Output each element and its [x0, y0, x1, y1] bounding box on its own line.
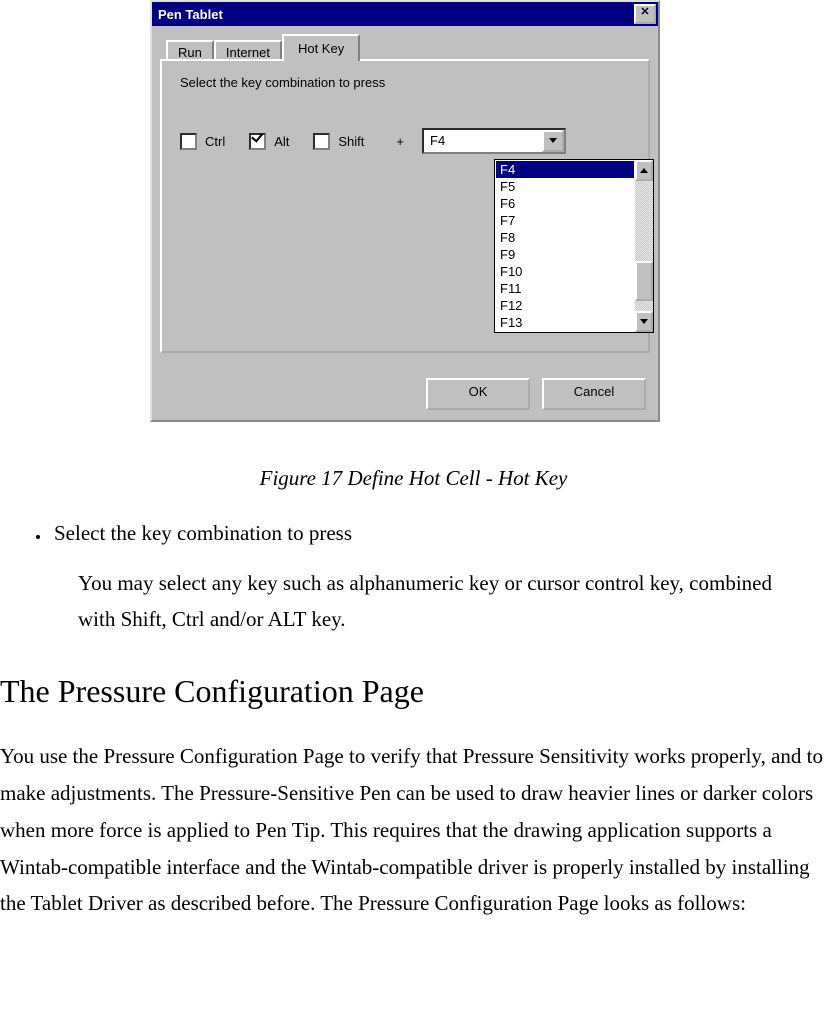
figure-caption: Figure 17 Define Hot Cell - Hot Key	[0, 466, 827, 491]
dialog-button-row: OK Cancel	[426, 378, 646, 410]
section-heading: The Pressure Configuration Page	[0, 673, 827, 710]
plus-label: +	[396, 134, 404, 149]
bullet-list: Select the key combination to press	[50, 521, 827, 546]
shift-checkbox-wrap[interactable]: Shift	[313, 133, 364, 150]
close-icon: ✕	[640, 6, 649, 18]
ok-button[interactable]: OK	[426, 378, 530, 410]
list-item[interactable]: F13	[496, 314, 634, 331]
key-combobox-value: F4	[424, 130, 542, 152]
list-item[interactable]: F11	[496, 280, 634, 297]
list-item[interactable]: F10	[496, 263, 634, 280]
list-item[interactable]: F6	[496, 195, 634, 212]
alt-checkbox-wrap[interactable]: Alt	[249, 133, 289, 150]
key-combobox-button[interactable]	[542, 130, 564, 152]
scroll-track[interactable]	[635, 181, 653, 311]
scroll-down-button[interactable]	[635, 311, 653, 332]
ctrl-checkbox-wrap[interactable]: Ctrl	[180, 133, 225, 150]
titlebar: Pen Tablet ✕	[152, 2, 658, 26]
instruction-label: Select the key combination to press	[180, 75, 630, 90]
shift-checkbox[interactable]	[313, 133, 330, 150]
list-item[interactable]: F5	[496, 178, 634, 195]
dialog-figure: Pen Tablet ✕ Run Internet Hot Key Select…	[150, 0, 660, 422]
window-title: Pen Tablet	[158, 7, 223, 22]
close-button[interactable]: ✕	[634, 4, 656, 24]
list-item[interactable]: F8	[496, 229, 634, 246]
list-item[interactable]: F7	[496, 212, 634, 229]
list-item[interactable]: F4	[496, 161, 634, 178]
alt-label: Alt	[274, 134, 289, 149]
tab-hotkey[interactable]: Hot Key	[282, 34, 360, 61]
chevron-down-icon	[549, 138, 557, 144]
list-item[interactable]: F12	[496, 297, 634, 314]
dropdown-items: F4 F5 F6 F7 F8 F9 F10 F11 F12 F13	[495, 160, 635, 332]
scroll-thumb[interactable]	[635, 261, 653, 301]
bullet-description: You may select any key such as alphanume…	[78, 566, 788, 637]
section-paragraph: You use the Pressure Configuration Page …	[0, 738, 824, 922]
dropdown-scrollbar[interactable]	[635, 160, 653, 332]
chevron-down-icon	[640, 319, 648, 325]
chevron-up-icon	[640, 168, 648, 174]
key-combination-row: Ctrl Alt Shift +	[180, 128, 630, 154]
list-item[interactable]: F9	[496, 246, 634, 263]
shift-label: Shift	[338, 134, 364, 149]
key-dropdown-list[interactable]: F4 F5 F6 F7 F8 F9 F10 F11 F12 F13	[494, 159, 654, 333]
pen-tablet-dialog: Pen Tablet ✕ Run Internet Hot Key Select…	[150, 0, 660, 422]
scroll-up-button[interactable]	[635, 160, 653, 181]
tab-strip: Run Internet Hot Key	[166, 32, 650, 59]
tab-panel-hotkey: Select the key combination to press Ctrl…	[160, 59, 650, 353]
key-combobox[interactable]: F4	[422, 128, 566, 154]
cancel-button[interactable]: Cancel	[542, 378, 646, 410]
ctrl-checkbox[interactable]	[180, 133, 197, 150]
bullet-item: Select the key combination to press	[50, 521, 827, 546]
alt-checkbox[interactable]	[249, 133, 266, 150]
ctrl-label: Ctrl	[205, 134, 225, 149]
